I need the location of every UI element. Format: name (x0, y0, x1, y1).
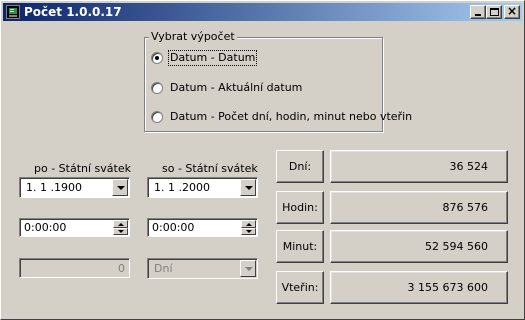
to-day-label: so - Státní svátek (162, 162, 258, 175)
to-time-up-button[interactable] (241, 220, 256, 228)
minimize-button[interactable] (470, 5, 486, 19)
unit-select[interactable]: Dní (147, 258, 258, 279)
minutes-label-button[interactable]: Minut: (276, 230, 324, 263)
mode-date-date-label[interactable]: Datum - Datum (167, 50, 258, 66)
to-date-dropdown-button[interactable] (240, 179, 256, 196)
seconds-result-value: 3 155 673 600 (407, 281, 488, 294)
from-time-input[interactable]: 0:00:00 (19, 218, 130, 237)
chevron-down-icon (245, 186, 253, 190)
calculation-mode-group-label: Vybrat výpočet (149, 30, 237, 43)
window-title: Počet 1.0.0.17 (24, 5, 122, 19)
count-input[interactable]: 0 (19, 258, 130, 278)
arrow-down-icon (246, 230, 252, 233)
arrow-down-icon (118, 230, 124, 233)
chevron-down-icon (117, 186, 125, 190)
hours-result-value: 876 576 (442, 201, 489, 214)
hours-label-button[interactable]: Hodin: (276, 191, 324, 224)
count-value: 0 (118, 262, 125, 275)
radio-icon[interactable] (151, 52, 163, 64)
seconds-result: 3 155 673 600 (330, 271, 508, 304)
minimize-icon (475, 14, 481, 16)
hours-result: 876 576 (330, 191, 508, 224)
radio-icon[interactable] (151, 111, 163, 123)
from-time-value: 0:00:00 (24, 221, 67, 234)
to-time-input[interactable]: 0:00:00 (147, 218, 258, 237)
from-time-up-button[interactable] (113, 220, 128, 228)
radio-icon[interactable] (151, 82, 163, 94)
close-icon: × (506, 4, 518, 18)
mode-date-count-label[interactable]: Datum - Počet dní, hodin, minut nebo vte… (169, 110, 413, 124)
from-time-down-button[interactable] (113, 228, 128, 235)
to-time-value: 0:00:00 (152, 221, 195, 234)
radio-selected-dot (155, 56, 159, 60)
chevron-down-icon (245, 267, 253, 271)
minutes-result-value: 52 594 560 (425, 240, 488, 253)
close-button[interactable]: × (504, 4, 520, 19)
app-window: Počet 1.0.0.17 × Vybrat výpočet Datum - … (0, 0, 525, 320)
to-date-picker[interactable]: 1. 1 .2000 (147, 177, 258, 198)
unit-dropdown-button[interactable] (240, 260, 256, 277)
arrow-up-icon (246, 223, 252, 226)
from-date-dropdown-button[interactable] (112, 179, 128, 196)
seconds-label-button[interactable]: Vteřin: (276, 271, 324, 304)
to-date-value: 1. 1 .2000 (154, 181, 210, 194)
from-day-label: po - Státní svátek (34, 162, 131, 175)
days-result: 36 524 (330, 150, 508, 183)
minutes-result: 52 594 560 (330, 230, 508, 263)
unit-value: Dní (154, 262, 173, 275)
title-bar[interactable]: Počet 1.0.0.17 × (3, 3, 522, 21)
from-date-value: 1. 1 .1900 (26, 181, 82, 194)
days-label-button[interactable]: Dní: (276, 150, 324, 183)
days-result-value: 36 524 (449, 160, 489, 173)
mode-date-current-label[interactable]: Datum - Aktuální datum (169, 81, 303, 95)
maximize-button[interactable] (486, 5, 502, 19)
arrow-up-icon (118, 223, 124, 226)
from-date-picker[interactable]: 1. 1 .1900 (19, 177, 130, 198)
app-computer-icon (6, 5, 20, 19)
to-time-down-button[interactable] (241, 228, 256, 235)
maximize-icon (490, 8, 499, 16)
